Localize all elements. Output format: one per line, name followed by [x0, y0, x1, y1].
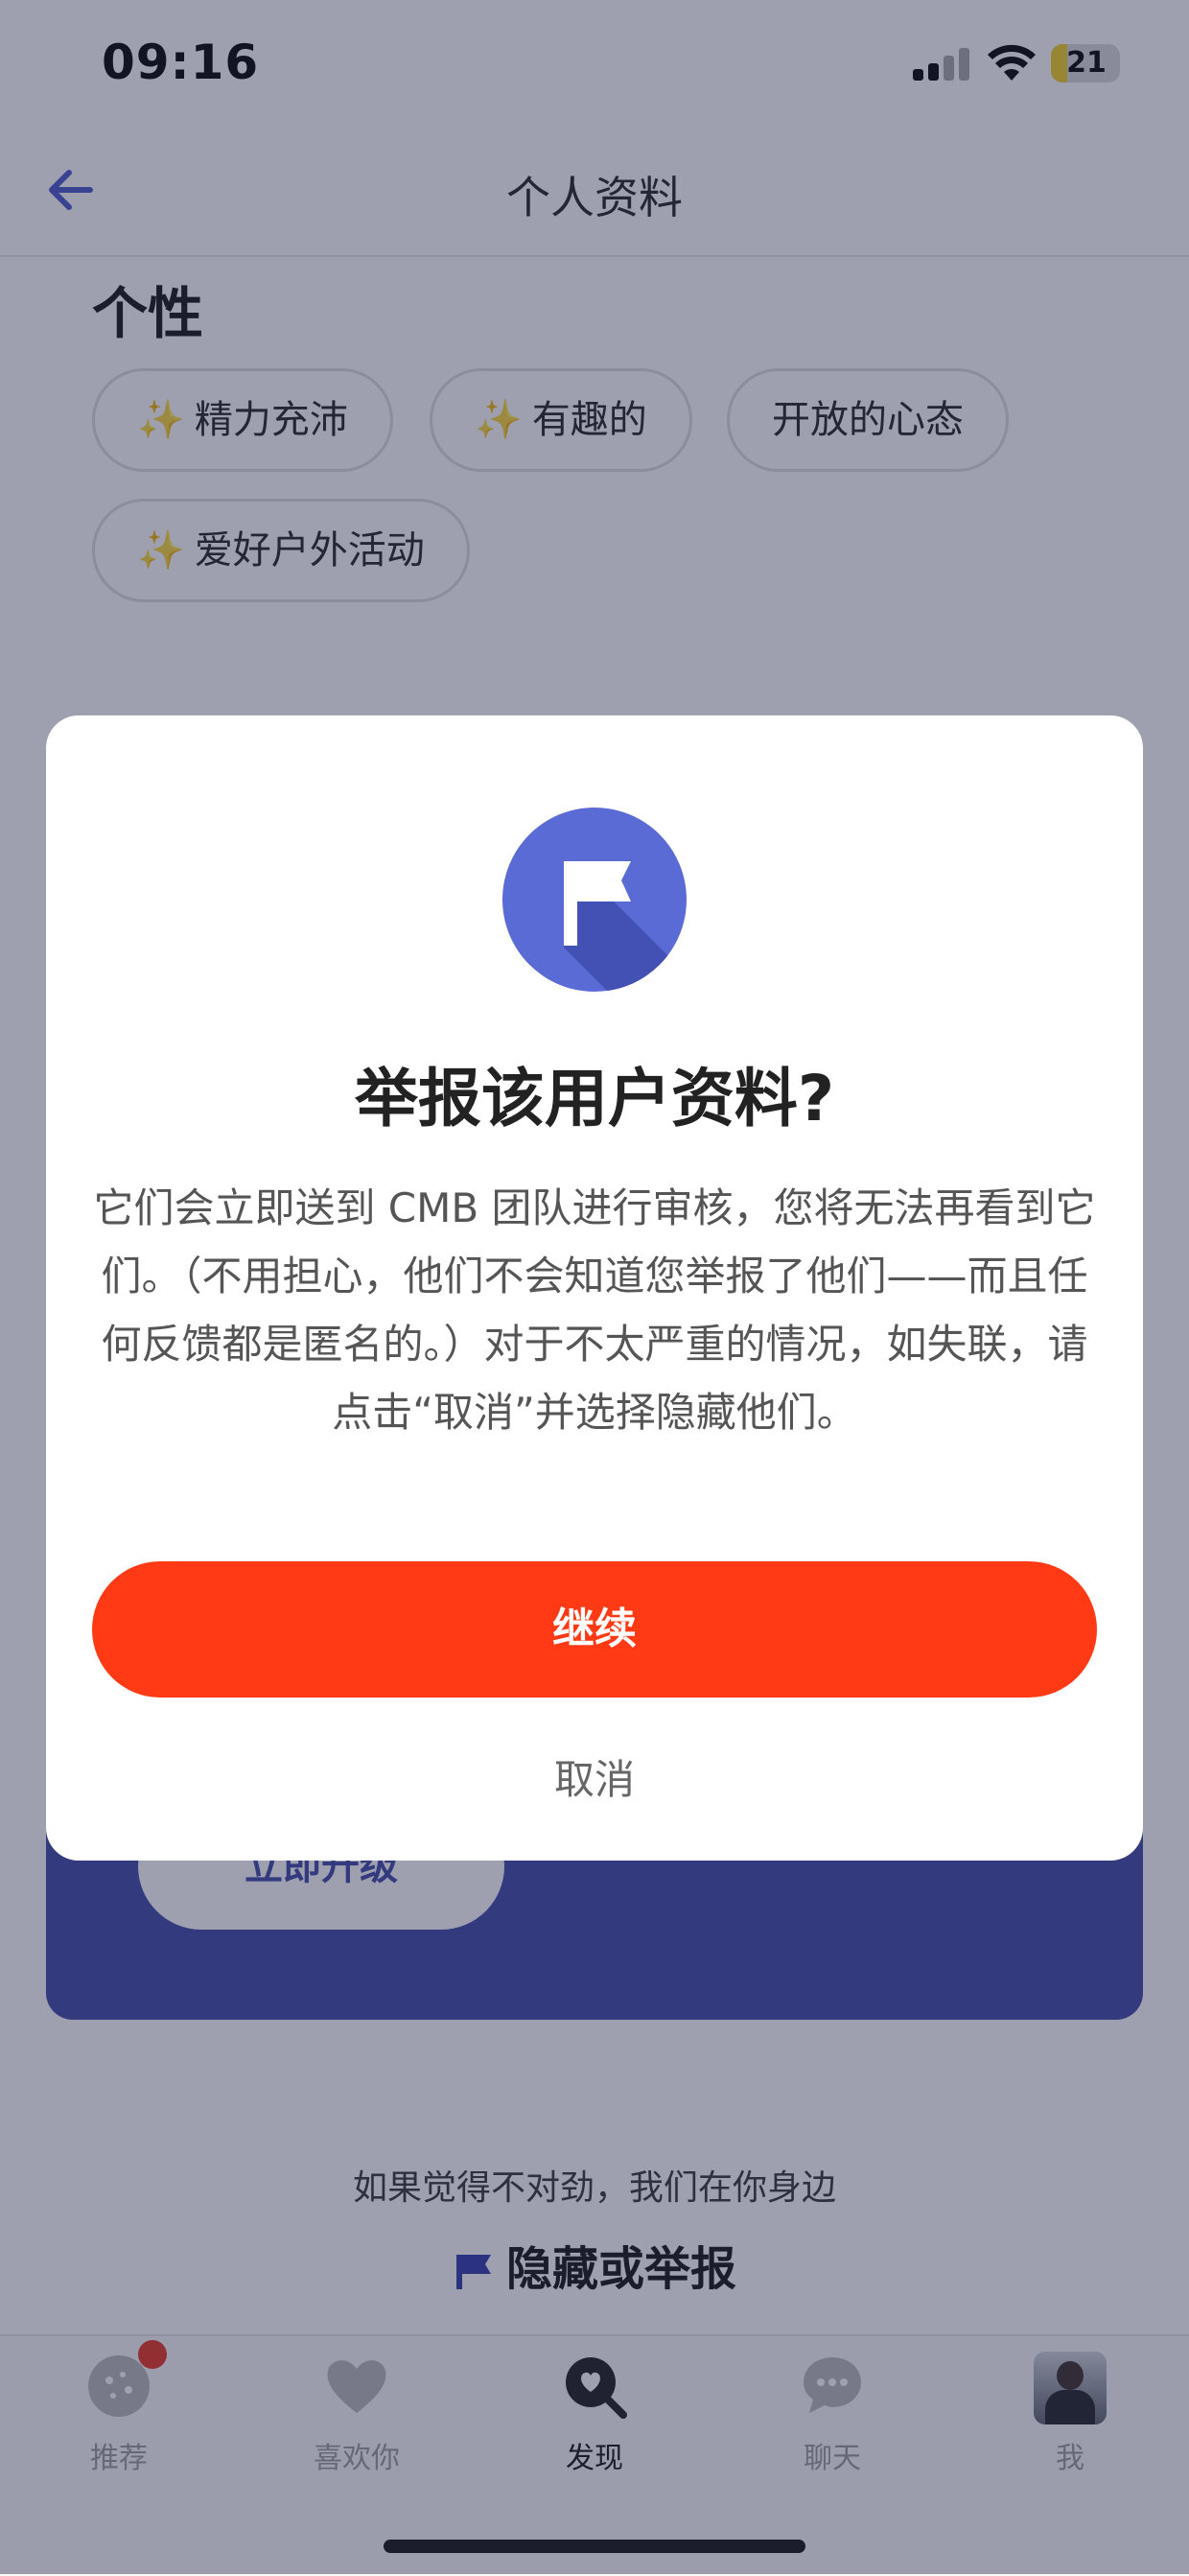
report-dialog: 举报该用户资料? 它们会立即送到 CMB 团队进行审核，您将无法再看到它们。（不… — [46, 715, 1143, 1861]
dialog-title: 举报该用户资料? — [354, 1062, 835, 1136]
dialog-message: 它们会立即送到 CMB 团队进行审核，您将无法再看到它们。（不用担心，他们不会知… — [93, 1184, 1096, 1436]
flag-icon — [502, 808, 687, 992]
continue-button[interactable]: 继续 — [92, 1561, 1097, 1698]
cancel-button[interactable]: 取消 — [46, 1747, 1143, 1806]
